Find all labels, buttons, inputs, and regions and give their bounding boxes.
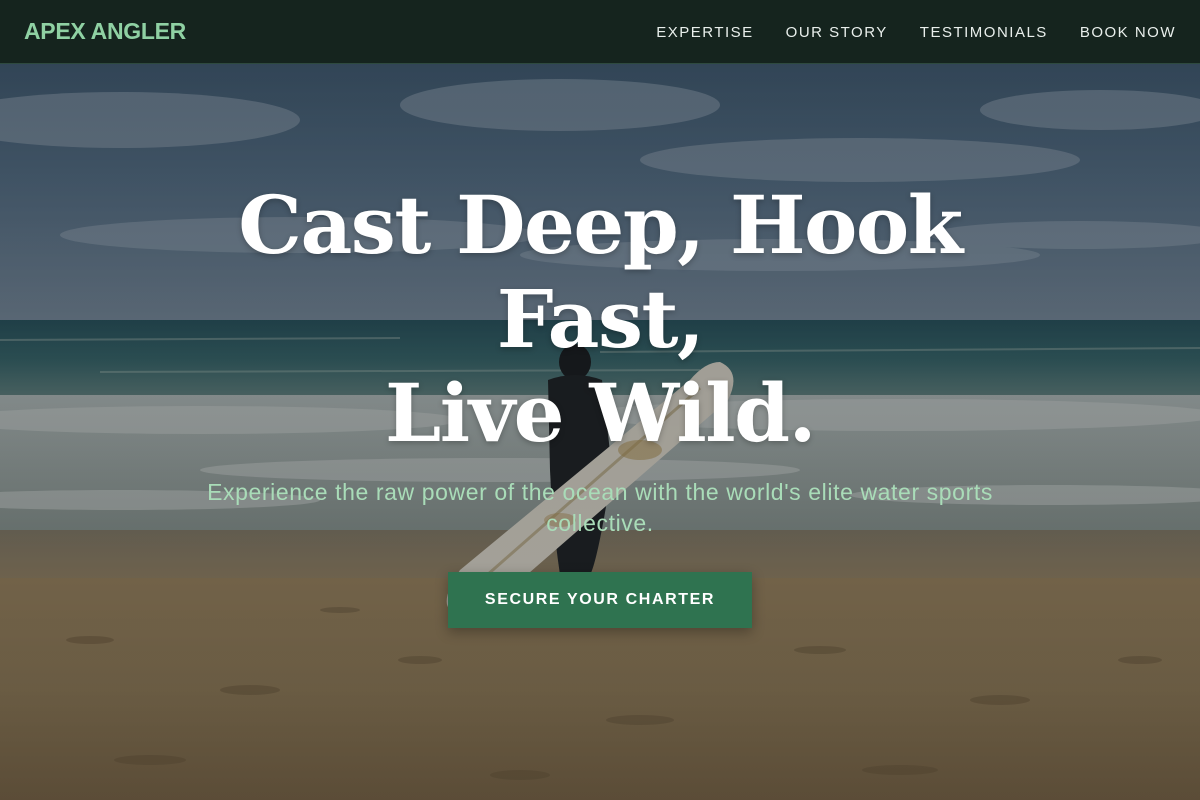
headline-line-3: Live Wild. bbox=[385, 366, 816, 460]
nav-link-our-story[interactable]: OUR STORY bbox=[786, 24, 888, 41]
hero-headline: Cast Deep, Hook Fast, Live Wild. bbox=[100, 178, 1100, 460]
nav-link-book-now[interactable]: BOOK NOW bbox=[1080, 24, 1176, 41]
landing-page: APEX ANGLER EXPERTISE OUR STORY TESTIMON… bbox=[0, 0, 1200, 800]
secure-charter-button[interactable]: SECURE YOUR CHARTER bbox=[448, 572, 752, 628]
brand-logo[interactable]: APEX ANGLER bbox=[24, 18, 186, 45]
top-navbar: APEX ANGLER EXPERTISE OUR STORY TESTIMON… bbox=[0, 0, 1200, 64]
nav-links: EXPERTISE OUR STORY TESTIMONIALS BOOK NO… bbox=[656, 0, 1176, 64]
hero-section: Cast Deep, Hook Fast, Live Wild. Experie… bbox=[0, 0, 1200, 800]
headline-line-2: Fast, bbox=[496, 272, 705, 366]
headline-line-1: Cast Deep, Hook bbox=[238, 178, 963, 272]
hero-subtitle: Experience the raw power of the ocean wi… bbox=[207, 479, 993, 536]
nav-link-expertise[interactable]: EXPERTISE bbox=[656, 24, 753, 41]
nav-link-testimonials[interactable]: TESTIMONIALS bbox=[920, 24, 1048, 41]
